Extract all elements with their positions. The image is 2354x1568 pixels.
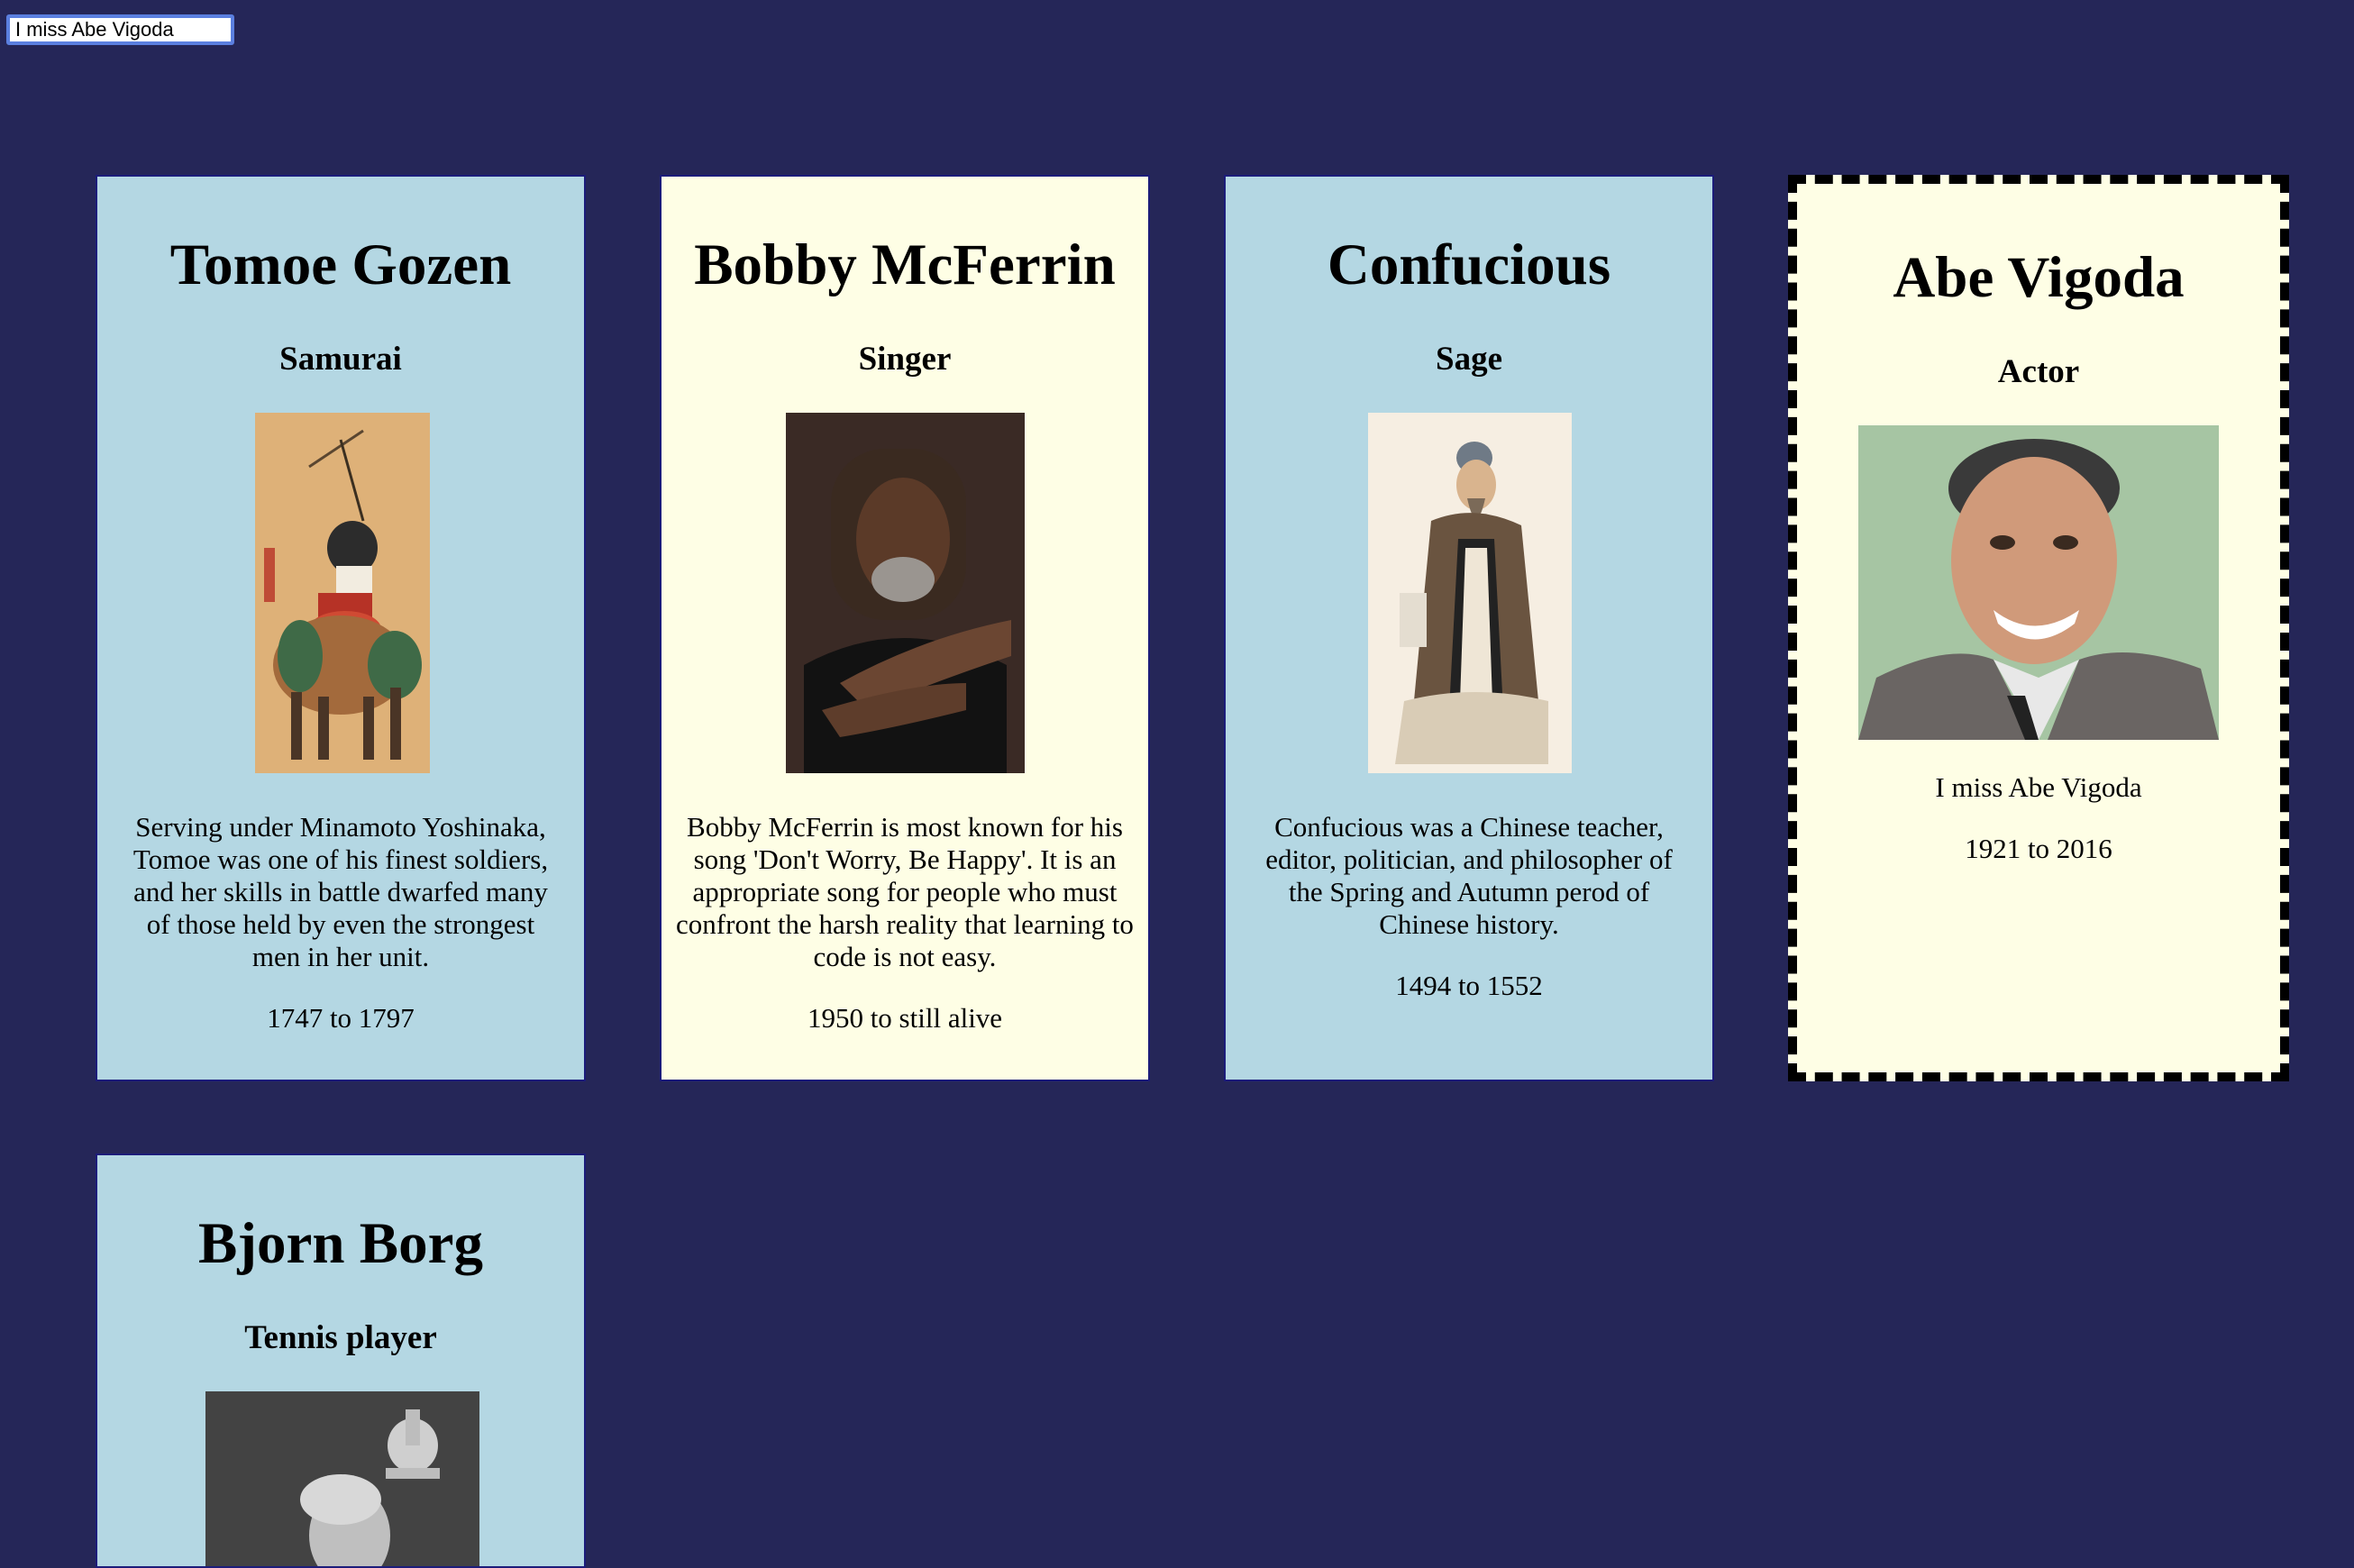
card-description: Confucious was a Chinese teacher, editor…	[1265, 811, 1673, 940]
card-name: Abe Vigoda	[1893, 245, 2185, 310]
card-role: Singer	[858, 341, 952, 378]
samurai-painting-image	[255, 413, 430, 773]
card-role: Sage	[1436, 341, 1502, 378]
singer-portrait-image	[786, 413, 1025, 773]
card-name: Bjorn Borg	[198, 1211, 483, 1276]
person-card-abe-vigoda[interactable]: Abe Vigoda Actor I miss Abe Vigoda 1921 …	[1788, 175, 2289, 1081]
card-description: Bobby McFerrin is most known for his son…	[676, 811, 1134, 972]
card-name: Tomoe Gozen	[169, 232, 512, 297]
person-card-bjorn-borg[interactable]: Bjorn Borg Tennis player	[96, 1153, 586, 1568]
card-description: Serving under Minamoto Yoshinaka, Tomoe …	[132, 811, 549, 972]
card-role: Tennis player	[244, 1319, 437, 1356]
card-description: I miss Abe Vigoda	[1935, 771, 2142, 803]
card-name: Confucious	[1327, 232, 1611, 297]
card-role: Actor	[1997, 353, 2080, 390]
person-card-confucious[interactable]: Confucious Sage Confucious was a Chinese…	[1224, 175, 1714, 1081]
card-years: 1747 to 1797	[267, 1002, 415, 1034]
sage-painting-image	[1368, 413, 1572, 773]
person-card-bobby-mcferrin[interactable]: Bobby McFerrin Singer Bobby McFerrin is …	[660, 175, 1150, 1081]
tennis-player-photo-image	[205, 1391, 479, 1566]
card-years: 1494 to 1552	[1395, 970, 1543, 1001]
person-card-tomoe-gozen[interactable]: Tomoe Gozen Samurai Serving under Minamo…	[96, 175, 586, 1081]
search-input[interactable]	[6, 14, 234, 45]
card-name: Bobby McFerrin	[694, 232, 1116, 297]
actor-portrait-image	[1858, 425, 2219, 740]
card-years: 1950 to still alive	[807, 1002, 1003, 1034]
card-years: 1921 to 2016	[1965, 833, 2112, 864]
card-role: Samurai	[279, 341, 402, 378]
